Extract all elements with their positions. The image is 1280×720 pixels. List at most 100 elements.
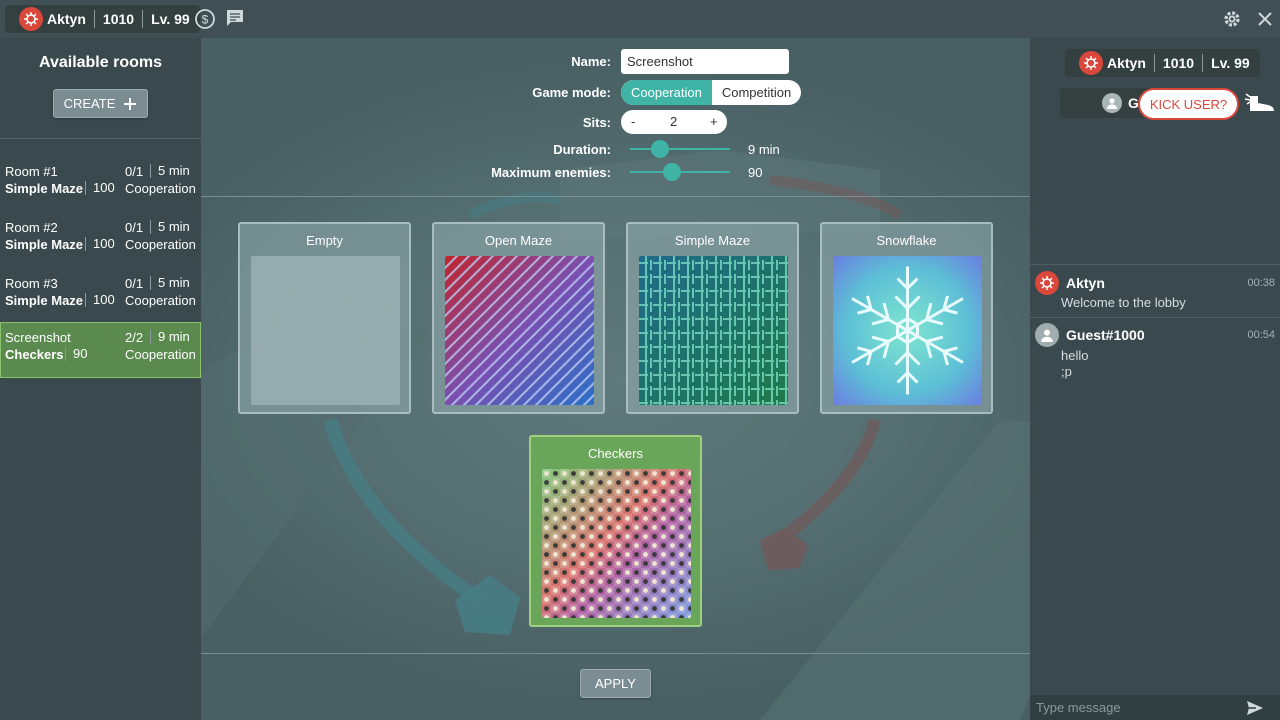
guest-avatar-icon xyxy=(1102,93,1122,113)
kick-boot-icon[interactable] xyxy=(1244,90,1276,116)
room-name: Room #1 xyxy=(5,164,58,179)
map-thumbnail xyxy=(251,256,400,405)
chat-message: Aktyn 00:38 Welcome to the lobby xyxy=(1030,271,1280,315)
max-enemies-value: 90 xyxy=(748,165,763,180)
svg-text:$: $ xyxy=(202,13,209,27)
room-map: Simple Maze xyxy=(5,293,84,308)
message-avatar-icon xyxy=(1035,323,1059,347)
kick-user-button[interactable]: KICK USER? xyxy=(1138,88,1239,120)
room-enemies: 100 xyxy=(85,293,115,307)
user-avatar-icon xyxy=(19,7,43,31)
map-card-checkers-selected[interactable]: Checkers xyxy=(529,435,702,627)
room-item[interactable]: Room #2 Simple Maze 100 0/1 5 min Cooper… xyxy=(0,212,201,268)
duration-slider[interactable] xyxy=(630,140,730,158)
room-sits: 0/1 xyxy=(125,164,144,179)
close-icon[interactable] xyxy=(1255,9,1275,29)
room-user-pill[interactable]: Aktyn 1010 Lv. 99 xyxy=(1065,49,1260,77)
user-info-pill[interactable]: Aktyn 1010 Lv. 99 xyxy=(5,5,200,33)
room-mode: Cooperation xyxy=(125,181,196,196)
chat-input-placeholder: Type message xyxy=(1036,700,1121,715)
separator xyxy=(142,10,144,28)
create-button-label: CREATE xyxy=(63,96,116,111)
chat-message-input[interactable]: Type message xyxy=(1030,695,1280,720)
name-label: Name: xyxy=(571,54,611,69)
room-name-input[interactable] xyxy=(621,49,789,74)
sits-increment-button[interactable]: + xyxy=(710,114,718,129)
user-score: 1010 xyxy=(1162,55,1195,71)
plus-icon xyxy=(124,97,137,110)
map-title: Checkers xyxy=(588,446,643,461)
room-item-selected[interactable]: Screenshot Checkers 90 2/2 9 min Coopera… xyxy=(0,322,201,378)
room-map: Checkers xyxy=(5,347,64,362)
map-card-snowflake[interactable]: Snowflake xyxy=(820,222,993,414)
room-mode: Cooperation xyxy=(125,293,196,308)
map-card-simple-maze[interactable]: Simple Maze xyxy=(626,222,799,414)
sits-label: Sits: xyxy=(582,115,611,130)
create-room-button[interactable]: CREATE xyxy=(53,89,148,118)
top-bar: Aktyn 1010 Lv. 99 $ xyxy=(0,0,1280,38)
chat-icon[interactable] xyxy=(225,8,245,28)
room-item[interactable]: Room #1 Simple Maze 100 0/1 5 min Cooper… xyxy=(0,156,201,212)
max-enemies-slider[interactable] xyxy=(630,163,730,181)
message-avatar-icon xyxy=(1035,271,1059,295)
room-enemies: 100 xyxy=(85,237,115,251)
message-author: Guest#1000 xyxy=(1066,327,1145,343)
sidebar-divider xyxy=(0,138,201,139)
map-title: Snowflake xyxy=(876,233,937,248)
message-time: 00:38 xyxy=(1247,277,1275,289)
separator xyxy=(93,10,95,28)
duration-value: 9 min xyxy=(748,142,780,157)
room-map: Simple Maze xyxy=(5,237,84,252)
room-item[interactable]: Room #3 Simple Maze 100 0/1 5 min Cooper… xyxy=(0,268,201,324)
map-thumbnail xyxy=(833,256,982,405)
room-duration: 5 min xyxy=(150,164,190,178)
sits-value: 2 xyxy=(670,114,678,129)
room-duration: 5 min xyxy=(150,276,190,290)
room-duration: 5 min xyxy=(150,220,190,234)
chat-message: Guest#1000 00:54 hello ;p xyxy=(1030,323,1280,383)
apply-button[interactable]: APPLY xyxy=(580,669,651,698)
mode-competition-option[interactable]: Competition xyxy=(712,80,801,105)
room-mode: Cooperation xyxy=(125,347,196,362)
max-enemies-label: Maximum enemies: xyxy=(491,165,611,180)
user-level: Lv. 99 xyxy=(151,11,190,27)
sidebar-title: Available rooms xyxy=(38,54,162,71)
panel-divider xyxy=(201,196,1030,197)
user-level: Lv. 99 xyxy=(1211,55,1250,71)
map-card-open-maze[interactable]: Open Maze xyxy=(432,222,605,414)
chat-divider xyxy=(1030,264,1280,265)
map-title: Simple Maze xyxy=(674,233,751,248)
user-score: 1010 xyxy=(102,11,135,27)
room-map: Simple Maze xyxy=(5,181,84,196)
map-card-empty[interactable]: Empty xyxy=(238,222,411,414)
room-enemies: 100 xyxy=(85,181,115,195)
chat-divider xyxy=(1030,317,1280,318)
duration-slider-handle[interactable] xyxy=(651,140,669,158)
map-title: Empty xyxy=(306,233,343,248)
message-time: 00:54 xyxy=(1247,329,1275,341)
room-mode: Cooperation xyxy=(125,237,196,252)
room-name: Room #3 xyxy=(5,276,58,291)
max-enemies-slider-handle[interactable] xyxy=(663,163,681,181)
game-mode-toggle[interactable]: Cooperation Competition xyxy=(621,80,802,105)
user-name: Aktyn xyxy=(47,11,86,27)
message-text: hello xyxy=(1061,348,1089,363)
rooms-sidebar: Available rooms CREATE Room #1 Simple Ma… xyxy=(0,38,201,720)
mode-cooperation-option[interactable]: Cooperation xyxy=(621,80,712,105)
sits-stepper: - 2 + xyxy=(621,110,727,134)
send-icon[interactable] xyxy=(1244,698,1266,718)
separator xyxy=(1153,54,1155,72)
panel-divider xyxy=(201,653,1030,654)
message-author: Aktyn xyxy=(1066,275,1105,291)
room-enemies: 90 xyxy=(65,347,87,361)
currency-icon[interactable]: $ xyxy=(194,8,216,30)
room-name: Room #2 xyxy=(5,220,58,235)
map-thumbnail xyxy=(639,256,788,405)
separator xyxy=(1202,54,1204,72)
settings-gear-icon[interactable] xyxy=(1222,9,1242,29)
room-sits: 0/1 xyxy=(125,276,144,291)
game-mode-label: Game mode: xyxy=(532,85,611,100)
map-thumbnail xyxy=(542,469,691,618)
sits-decrement-button[interactable]: - xyxy=(631,114,635,129)
room-users-chat-panel: Aktyn 1010 Lv. 99 G KICK USER? Aktyn 00:… xyxy=(1030,38,1280,720)
